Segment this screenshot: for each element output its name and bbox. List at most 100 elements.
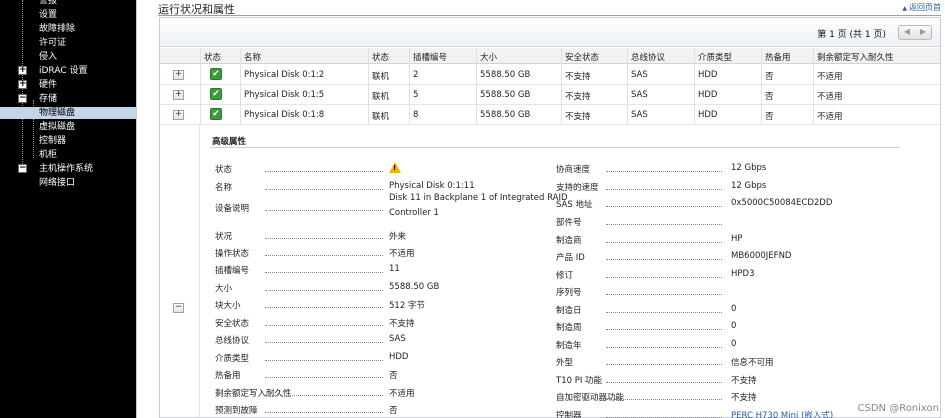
disk-endurance: 不适用 bbox=[817, 72, 843, 82]
disk-security: 不支持 bbox=[565, 72, 591, 82]
prev-page-button[interactable]: ◀ bbox=[899, 27, 915, 36]
property-key: 产品 ID bbox=[556, 253, 585, 263]
property-key: 自加密驱动器功能 bbox=[556, 393, 625, 403]
property-row: 协商速度 12 Gbps bbox=[556, 163, 886, 179]
property-key: 制造商 bbox=[556, 236, 582, 246]
dotted-leader bbox=[265, 377, 383, 378]
disk-state: 联机 bbox=[372, 112, 390, 122]
dotted-leader bbox=[606, 171, 722, 172]
property-row: 介质类型 HDD bbox=[215, 352, 535, 368]
column-header[interactable]: 剩余额定写入耐久性 bbox=[817, 51, 894, 63]
column-header[interactable]: 介质类型 bbox=[698, 51, 732, 63]
property-value: 12 Gbps bbox=[731, 181, 767, 191]
property-value: 信息不可用 bbox=[731, 358, 774, 368]
dotted-leader bbox=[265, 210, 383, 211]
expand-icon[interactable]: + bbox=[18, 80, 27, 89]
sidebar-item-network-interfaces[interactable]: 网络接口 bbox=[0, 177, 136, 189]
property-row: 总线协议 SAS bbox=[215, 334, 535, 350]
property-key: 修订 bbox=[556, 271, 574, 281]
sidebar-item-host-os[interactable]: − 主机操作系统 bbox=[0, 163, 136, 175]
dotted-leader bbox=[265, 360, 383, 361]
expand-row-button[interactable]: + bbox=[173, 110, 184, 120]
sidebar-item-controllers[interactable]: 控制器 bbox=[0, 135, 136, 147]
property-row: 修订 HPD3 bbox=[556, 269, 886, 285]
dotted-leader bbox=[265, 189, 383, 190]
sidebar-item-settings[interactable]: 设置 bbox=[0, 9, 136, 21]
disk-size: 5588.50 GB bbox=[480, 90, 531, 100]
sidebar-item-hardware[interactable]: + 硬件 bbox=[0, 79, 136, 91]
table-row[interactable]: + ✔ Physical Disk 0:1:2 联机 2 5588.50 GB … bbox=[160, 65, 940, 85]
title-divider bbox=[158, 15, 941, 16]
sidebar-item-troubleshooting[interactable]: 故障排除 bbox=[0, 23, 136, 35]
column-header[interactable]: 总线协议 bbox=[631, 51, 665, 63]
dotted-leader bbox=[606, 364, 722, 365]
property-value: MB6000JEFND bbox=[731, 251, 792, 261]
column-header[interactable]: 安全状态 bbox=[565, 51, 599, 63]
dotted-leader bbox=[265, 325, 383, 326]
disk-media: HDD bbox=[698, 110, 718, 120]
dotted-leader bbox=[606, 189, 722, 190]
collapse-row-button[interactable]: − bbox=[173, 303, 184, 313]
collapse-icon[interactable]: − bbox=[18, 164, 27, 173]
column-header[interactable]: 状态 bbox=[372, 51, 389, 63]
page-indicator: 第 1 页 (共 1 页) bbox=[817, 30, 886, 40]
column-header[interactable]: 插槽编号 bbox=[413, 51, 447, 63]
next-page-button[interactable]: ▶ bbox=[915, 27, 931, 36]
property-key: 状态 bbox=[215, 165, 233, 175]
property-row: 支持的速度 12 Gbps bbox=[556, 181, 886, 197]
column-header[interactable]: 大小 bbox=[480, 51, 497, 63]
table-row[interactable]: + ✔ Physical Disk 0:1:5 联机 5 5588.50 GB … bbox=[160, 85, 940, 105]
sidebar-item-alerts[interactable]: 警报 bbox=[0, 0, 136, 7]
property-value[interactable]: PERC H730 Mini (嵌入式) bbox=[731, 409, 833, 418]
property-value: 5588.50 GB bbox=[389, 282, 440, 292]
property-key: 部件号 bbox=[556, 218, 582, 228]
advanced-divider bbox=[210, 147, 900, 148]
column-divider bbox=[627, 48, 628, 125]
detail-toggle-column: − bbox=[160, 125, 200, 418]
property-key: 支持的速度 bbox=[556, 183, 599, 193]
property-row: 控制器 PERC H730 Mini (嵌入式) bbox=[556, 409, 886, 418]
property-key: 安全状态 bbox=[215, 319, 250, 329]
column-divider bbox=[200, 48, 201, 125]
column-divider bbox=[368, 48, 369, 125]
property-row: 序列号 bbox=[556, 286, 886, 302]
ok-status-icon: ✔ bbox=[210, 88, 222, 100]
collapse-icon[interactable]: − bbox=[18, 94, 27, 103]
dotted-leader bbox=[265, 171, 383, 172]
sidebar-item-enclosures[interactable]: 机柜 bbox=[0, 149, 136, 161]
property-value: 0 bbox=[731, 339, 737, 349]
sidebar-item-intrusion[interactable]: 侵入 bbox=[0, 51, 136, 63]
disk-slot: 2 bbox=[413, 70, 419, 80]
sidebar-item-idrac-settings[interactable]: + iDRAC 设置 bbox=[0, 65, 136, 77]
disk-endurance: 不适用 bbox=[817, 112, 843, 122]
property-key: 外型 bbox=[556, 358, 574, 368]
column-header[interactable]: 名称 bbox=[244, 51, 261, 63]
sidebar-item-license[interactable]: 许可证 bbox=[0, 37, 136, 49]
disk-panel: 第 1 页 (共 1 页) ◀ ▶ 状态 名称 状态 插槽编号 大小 安全状态 … bbox=[159, 17, 941, 418]
property-value-continued: Controller 1 bbox=[389, 208, 439, 218]
property-value: HP bbox=[731, 234, 743, 244]
property-value: 不支持 bbox=[731, 376, 757, 386]
disk-name: Physical Disk 0:1:2 bbox=[244, 70, 325, 80]
dotted-leader bbox=[606, 382, 722, 383]
table-row[interactable]: + ✔ Physical Disk 0:1:8 联机 8 5588.50 GB … bbox=[160, 105, 940, 125]
property-key: SAS 地址 bbox=[556, 200, 593, 210]
dotted-leader bbox=[606, 399, 722, 400]
triangle-up-icon: ▲ bbox=[902, 5, 907, 12]
property-row: 插槽编号 11 bbox=[215, 264, 535, 280]
ok-status-icon: ✔ bbox=[210, 68, 222, 80]
column-header[interactable]: 状态 bbox=[204, 51, 221, 63]
back-to-top-link[interactable]: ▲ 返回页首 bbox=[902, 2, 941, 13]
disk-state: 联机 bbox=[372, 92, 390, 102]
property-value: HPD3 bbox=[731, 269, 755, 279]
sidebar-item-physical-disks[interactable]: 物理磁盘 bbox=[0, 107, 136, 119]
column-header[interactable]: 热备用 bbox=[765, 51, 791, 63]
sidebar-splitter[interactable] bbox=[136, 0, 148, 418]
expand-row-button[interactable]: + bbox=[173, 90, 184, 100]
property-value: 外来 bbox=[389, 232, 407, 242]
sidebar-item-virtual-disks[interactable]: 虚拟磁盘 bbox=[0, 121, 136, 133]
expand-row-button[interactable]: + bbox=[173, 70, 184, 80]
pager-buttons: ◀ ▶ bbox=[898, 25, 932, 40]
expand-icon[interactable]: + bbox=[18, 66, 27, 75]
sidebar-item-storage[interactable]: − 存储 bbox=[0, 93, 136, 105]
